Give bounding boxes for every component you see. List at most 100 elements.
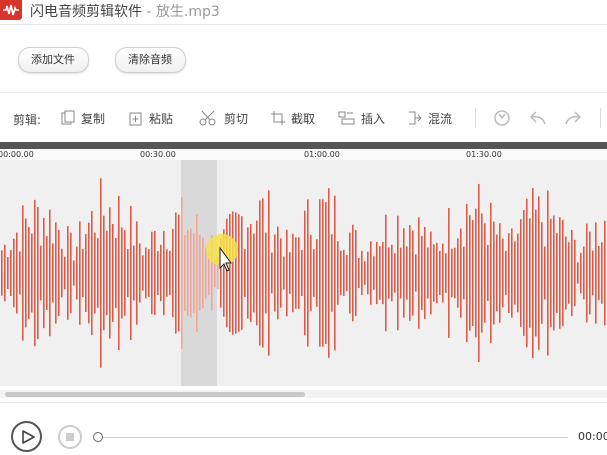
waveform-bar [301, 249, 303, 297]
waveform-bar [253, 233, 255, 313]
waveform-bar [388, 247, 390, 299]
title-bar: 闪电音频剪辑软件 - 放生.mp3 [0, 0, 607, 22]
insert-button[interactable]: 插入 [338, 107, 385, 129]
reset-icon[interactable] [492, 108, 512, 128]
time-readout: 00:00 [578, 430, 607, 443]
waveform-bar [550, 218, 552, 328]
app-name: 闪电音频剪辑软件 [30, 4, 142, 20]
waveform-bar [244, 249, 246, 297]
undo-icon[interactable] [528, 108, 548, 128]
divider [0, 24, 607, 25]
waveform-bar [175, 212, 177, 334]
waveform-bar [193, 233, 195, 313]
waveform-bar [205, 247, 207, 299]
divider [0, 402, 607, 403]
waveform-bar [478, 183, 480, 363]
waveform-bar [376, 241, 378, 305]
waveform-bar [304, 210, 306, 336]
waveform-bar [448, 208, 450, 338]
edit-toolbar: 剪辑: 复制 粘贴 剪切 截取 插入 混流 [0, 104, 607, 132]
waveform[interactable] [0, 160, 607, 386]
play-button[interactable] [11, 421, 42, 452]
waveform-bar [529, 218, 531, 328]
waveform-bar [361, 250, 363, 296]
waveform-bar [49, 209, 51, 337]
waveform-bar [559, 217, 561, 329]
waveform-bar [430, 231, 432, 315]
waveform-bar [184, 235, 186, 311]
waveform-bar [172, 228, 174, 318]
waveform-bar [88, 222, 90, 324]
waveform-bar [325, 202, 327, 344]
waveform-bar [79, 221, 81, 325]
waveform-bar [475, 208, 477, 338]
waveform-bar [178, 214, 180, 332]
waveform-bar [94, 232, 96, 314]
waveform-bar [421, 235, 423, 311]
waveform-bar [190, 228, 192, 318]
waveform-bar [445, 253, 447, 293]
waveform-bar [505, 250, 507, 296]
timeline-bar [0, 142, 607, 149]
waveform-bar [538, 196, 540, 350]
waveform-bar [43, 217, 45, 329]
waveform-bar [283, 256, 285, 290]
scrollbar-thumb[interactable] [5, 392, 305, 397]
waveform-bar [556, 233, 558, 313]
waveform-bar [196, 214, 198, 332]
playback-progress-track[interactable] [98, 437, 568, 438]
waveform-bar [163, 230, 165, 316]
waveform-bar [511, 228, 513, 318]
waveform-bar [436, 242, 438, 304]
waveform-bar [160, 244, 162, 302]
waveform-bar [373, 256, 375, 290]
waveform-bar [256, 220, 258, 326]
waveform-bar [154, 231, 156, 315]
waveform-bar [337, 241, 339, 305]
waveform-bar [127, 248, 129, 298]
playback-progress-knob[interactable] [93, 432, 103, 442]
stop-button[interactable] [58, 425, 82, 449]
waveform-bar [268, 190, 270, 356]
waveform-bar [517, 233, 519, 313]
waveform-bar [85, 234, 87, 312]
waveform-bar [274, 234, 276, 312]
waveform-bar [367, 251, 369, 295]
cut-button[interactable]: 剪切 [199, 107, 248, 129]
waveform-bar [292, 233, 294, 313]
divider [0, 92, 607, 93]
waveform-bar [322, 199, 324, 347]
waveform-bar [136, 221, 138, 325]
waveform-bar [577, 262, 579, 284]
copy-button[interactable]: 复制 [60, 107, 105, 129]
waveform-bar [157, 251, 159, 295]
waveform-area[interactable] [0, 160, 607, 386]
crop-button[interactable]: 截取 [270, 107, 315, 129]
waveform-bar [67, 226, 69, 320]
waveform-bar [307, 199, 309, 347]
waveform-bar [265, 232, 267, 314]
mix-icon [409, 111, 422, 125]
waveform-bar [370, 241, 372, 305]
mix-button[interactable]: 混流 [407, 107, 452, 129]
insert-icon [338, 111, 355, 125]
waveform-bar [604, 220, 606, 326]
waveform-bar [202, 237, 204, 309]
waveform-bar [91, 210, 93, 336]
waveform-bar [526, 198, 528, 348]
add-file-button[interactable]: 添加文件 [18, 47, 89, 73]
waveform-bar [232, 211, 234, 335]
waveform-bar [364, 261, 366, 285]
waveform-bar [1, 250, 3, 296]
paste-button[interactable]: 粘贴 [128, 107, 173, 129]
waveform-bar [55, 222, 57, 324]
redo-icon[interactable] [563, 108, 583, 128]
waveform-bar [148, 249, 150, 297]
waveform-bar [118, 195, 120, 351]
waveform-bar [331, 234, 333, 312]
waveform-bar [106, 230, 108, 316]
waveform-bar [199, 235, 201, 311]
waveform-bar [355, 230, 357, 316]
clear-audio-button[interactable]: 清除音频 [115, 47, 186, 73]
waveform-bar [562, 219, 564, 327]
